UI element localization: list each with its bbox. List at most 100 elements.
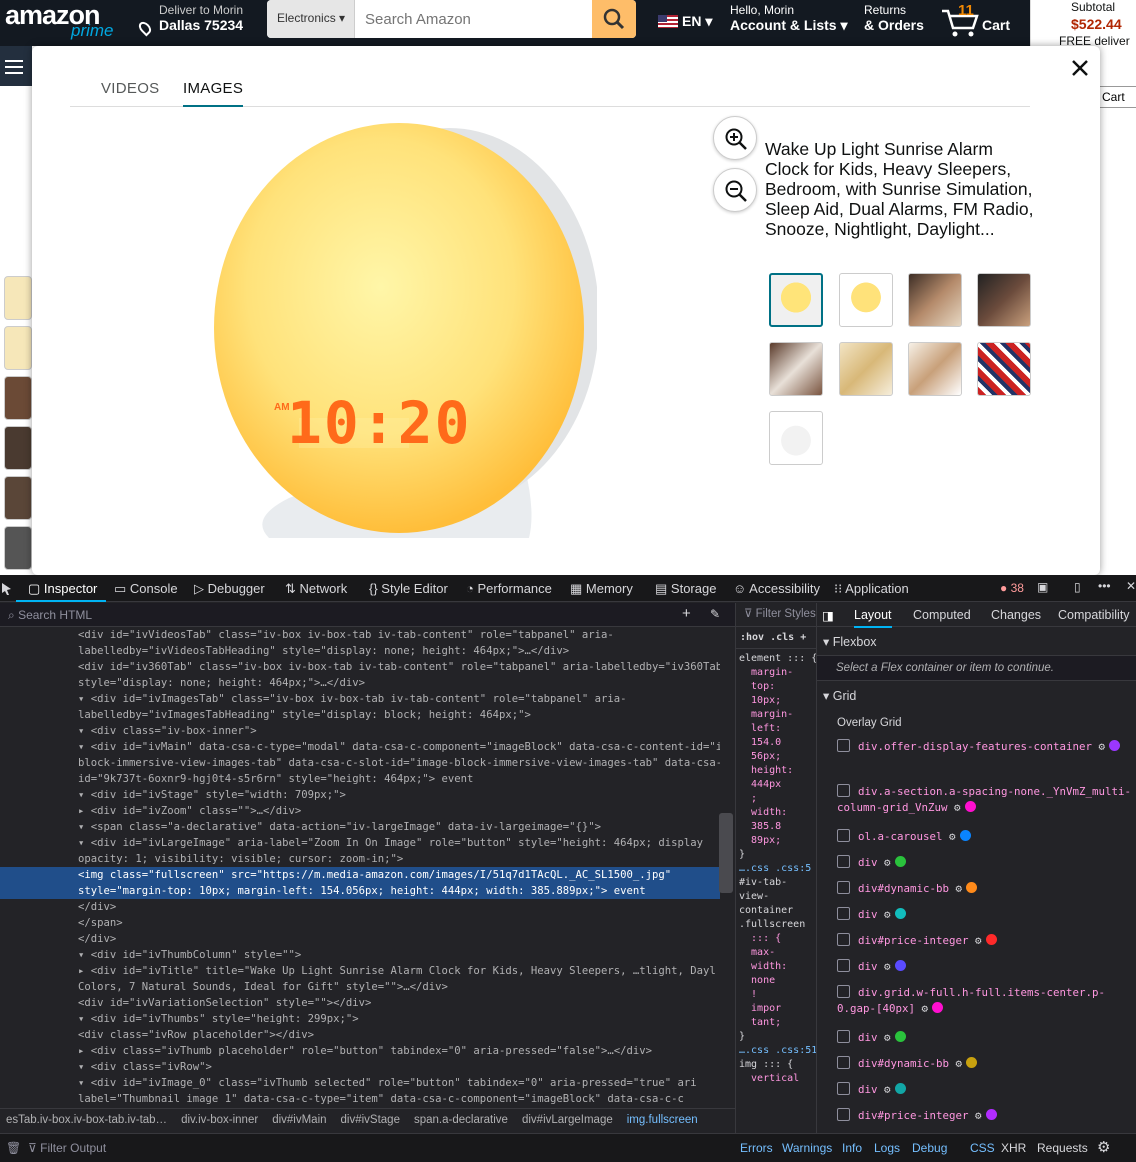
grid-color-swatch[interactable] (1109, 740, 1121, 751)
scrollbar-thumb[interactable] (719, 813, 733, 893)
category-dropdown[interactable]: Electronics ▾ (267, 0, 355, 38)
sidebar-toggle-icon[interactable]: ◨ (822, 608, 834, 623)
highlight-gear-icon[interactable]: ⚙ (878, 1083, 891, 1096)
grid-overlay-checkbox[interactable] (837, 784, 850, 797)
eyedropper-icon[interactable]: ✎ (710, 607, 720, 621)
grid-overlay-item[interactable]: div#price-integer ⚙ (837, 933, 1132, 949)
grid-overlay-item[interactable]: div ⚙ (837, 907, 1132, 923)
markup-line[interactable]: label="Thumbnail image 1" data-csa-c-typ… (0, 1091, 720, 1107)
markup-line[interactable]: ▸ <div id="ivTitle" title="Wake Up Light… (0, 963, 720, 979)
markup-line[interactable]: <div id="ivVideosTab" class="iv-box iv-b… (0, 627, 720, 643)
grid-color-swatch[interactable] (964, 801, 976, 812)
filter-warnings[interactable]: Warnings (782, 1141, 832, 1155)
grid-section-toggle[interactable]: ▾ Grid (823, 688, 856, 703)
thumbnail-9[interactable] (769, 411, 823, 465)
add-node-icon[interactable]: + (682, 605, 691, 622)
trash-icon[interactable]: 🗑 (6, 1141, 21, 1155)
highlight-gear-icon[interactable]: ⚙ (948, 801, 961, 814)
thumbnail-7[interactable] (908, 342, 962, 396)
tab-computed[interactable]: Computed (913, 608, 971, 622)
tab-style-editor[interactable]: {} Style Editor (369, 581, 448, 596)
grid-overlay-item[interactable]: div ⚙ (837, 1030, 1132, 1046)
grid-overlay-checkbox[interactable] (837, 1082, 850, 1095)
close-devtools-icon[interactable]: ✕ (1126, 579, 1136, 593)
language-selector[interactable]: EN ▾ (658, 13, 712, 30)
markup-line[interactable]: ▾ <div id="ivMain" data-csa-c-type="moda… (0, 739, 720, 755)
grid-color-swatch[interactable] (966, 882, 978, 893)
grid-color-swatch[interactable] (959, 830, 971, 841)
deliver-to[interactable]: Deliver to Morin Dallas 75234 (136, 3, 258, 43)
markup-line[interactable]: <div class="ivRow placeholder"></div> (0, 1027, 720, 1043)
thumbnail-4[interactable] (977, 273, 1031, 327)
account-lists[interactable]: Hello, Morin Account & Lists ▾ (730, 3, 848, 34)
pseudo-toggles[interactable]: :hov .cls + (736, 627, 816, 649)
dock-icon[interactable]: ▯ (1074, 580, 1081, 594)
grid-overlay-checkbox[interactable] (837, 829, 850, 842)
tab-videos[interactable]: VIDEOS (101, 80, 159, 97)
grid-overlay-checkbox[interactable] (837, 881, 850, 894)
filter-info[interactable]: Info (842, 1141, 862, 1155)
cart[interactable]: 11 Cart (940, 2, 1020, 42)
markup-line[interactable]: ▾ <div class="iv-box-inner"> (0, 723, 720, 739)
thumbnail-8[interactable] (977, 342, 1031, 396)
filter-requests[interactable]: Requests (1037, 1141, 1088, 1155)
tab-images[interactable]: IMAGES (183, 80, 244, 107)
highlight-gear-icon[interactable]: ⚙ (878, 908, 891, 921)
breadcrumb-item[interactable]: div.iv-box-inner (181, 1114, 258, 1126)
grid-overlay-item[interactable]: div.offer-display-features-container ⚙ (837, 739, 1132, 755)
amazon-logo[interactable]: amazon prime (5, 0, 120, 46)
breadcrumb-item[interactable]: esTab.iv-box.iv-box-tab.iv-tab… (6, 1114, 167, 1126)
highlight-gear-icon[interactable]: ⚙ (969, 934, 982, 947)
grid-overlay-item[interactable]: div.grid.w-full.h-full.items-center.p-0.… (837, 985, 1132, 1017)
markup-line[interactable]: ▾ <div id="ivStage" style="width: 709px;… (0, 787, 720, 803)
markup-line[interactable]: </span> (0, 915, 720, 931)
highlight-gear-icon[interactable]: ⚙ (969, 1109, 982, 1122)
grid-color-swatch[interactable] (985, 934, 997, 945)
thumbnail-3[interactable] (908, 273, 962, 327)
grid-overlay-checkbox[interactable] (837, 1056, 850, 1069)
page-thumbnail[interactable] (4, 376, 32, 420)
grid-overlay-item[interactable]: ol.a-carousel ⚙ (837, 829, 1132, 845)
grid-color-swatch[interactable] (932, 1002, 944, 1013)
grid-overlay-item[interactable]: div#dynamic-bb ⚙ (837, 1056, 1132, 1072)
grid-overlay-checkbox[interactable] (837, 907, 850, 920)
highlight-gear-icon[interactable]: ⚙ (878, 960, 891, 973)
markup-line[interactable]: ▾ <div id="ivThumbs" style="height: 299p… (0, 1011, 720, 1027)
markup-line[interactable]: style="display: none; height: 464px;">…<… (0, 675, 720, 691)
grid-color-swatch[interactable] (894, 856, 906, 867)
tab-performance[interactable]: ◔ Performance (466, 581, 552, 596)
split-console-icon[interactable]: ▣ (1037, 580, 1048, 594)
grid-overlay-item[interactable]: div.a-section.a-spacing-none._YnVmZ_mult… (837, 784, 1132, 816)
markup-line[interactable]: <img class="fullscreen" src="https://m.m… (0, 867, 720, 883)
search-input[interactable] (355, 0, 592, 38)
markup-line[interactable]: ▸ <div class="ivThumb placeholder" role=… (0, 1043, 720, 1059)
grid-color-swatch[interactable] (985, 1109, 997, 1120)
search-html-input[interactable]: ⌕ Search HTML + ✎ (0, 603, 735, 627)
markup-line[interactable]: </div> (0, 931, 720, 947)
grid-color-swatch[interactable] (894, 1083, 906, 1094)
markup-line[interactable]: id="9k737t-6oxnr9-hgj0t4-s5r6rn" style="… (0, 771, 720, 787)
grid-overlay-checkbox[interactable] (837, 1108, 850, 1121)
markup-line[interactable]: ▾ <div id="ivImage_0" class="ivThumb sel… (0, 1075, 720, 1091)
grid-color-swatch[interactable] (894, 908, 906, 919)
markup-line[interactable]: ▾ <div class="ivRow"> (0, 1059, 720, 1075)
grid-color-swatch[interactable] (966, 1057, 978, 1068)
flexbox-section-toggle[interactable]: ▾ Flexbox (823, 634, 877, 649)
markup-line[interactable]: ▾ <span class="a-declarative" data-actio… (0, 819, 720, 835)
markup-line[interactable]: <div id="ivVariationSelection" style="">… (0, 995, 720, 1011)
hamburger-menu[interactable] (0, 46, 32, 86)
page-thumbnail[interactable] (4, 426, 32, 470)
markup-line[interactable]: style="margin-top: 10px; margin-left: 15… (0, 883, 720, 899)
markup-line[interactable]: ▾ <div id="ivThumbColumn" style=""> (0, 947, 720, 963)
highlight-gear-icon[interactable]: ⚙ (949, 1057, 963, 1070)
more-options-icon[interactable]: ••• (1098, 579, 1111, 593)
grid-overlay-checkbox[interactable] (837, 855, 850, 868)
page-thumbnail[interactable] (4, 276, 32, 320)
thumbnail-1[interactable] (769, 273, 823, 327)
page-thumbnail[interactable] (4, 526, 32, 570)
markup-line[interactable]: labelledby="ivVideosTabHeading" style="d… (0, 643, 720, 659)
tab-console[interactable]: ▭ Console (114, 581, 178, 597)
filter-logs[interactable]: Logs (874, 1141, 900, 1155)
markup-line[interactable]: Colors, 7 Natural Sounds, Ideal for Gift… (0, 979, 720, 995)
breadcrumb-item[interactable]: div#ivStage (341, 1114, 400, 1126)
